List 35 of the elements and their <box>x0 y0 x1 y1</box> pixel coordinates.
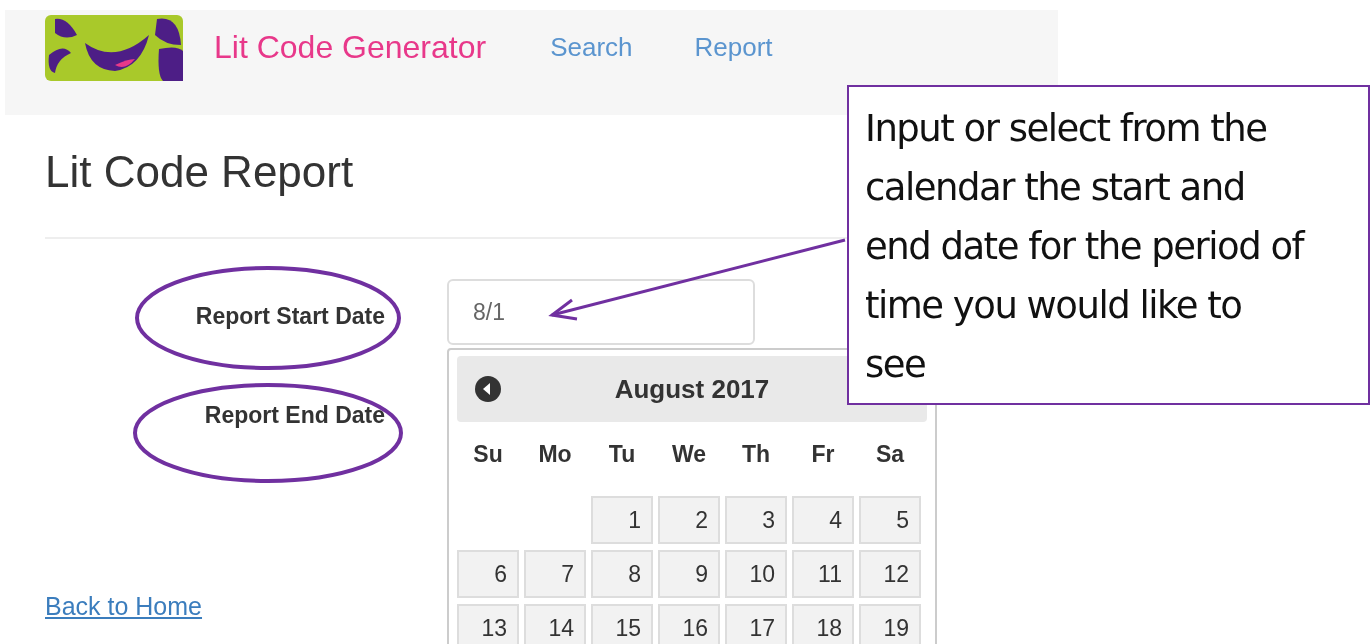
month-title: August 2017 <box>614 373 770 405</box>
day-cell[interactable]: 13 <box>457 604 519 644</box>
day-cell[interactable]: 1 <box>591 496 653 544</box>
weekday-label: Sa <box>874 440 906 469</box>
day-cell[interactable]: 5 <box>859 496 921 544</box>
day-cell[interactable]: 8 <box>591 550 653 598</box>
back-link[interactable]: Back to Home <box>45 592 202 621</box>
day-cell[interactable]: 19 <box>859 604 921 644</box>
field-label: Report Start Date <box>195 303 385 330</box>
day-cell[interactable]: 18 <box>792 604 854 644</box>
date-input-field[interactable]: 8/1 <box>447 279 755 345</box>
page-title: Lit Code Report <box>45 147 354 197</box>
weekday-label: Mo <box>537 440 573 469</box>
day-cell[interactable]: 6 <box>457 550 519 598</box>
day-cell[interactable]: 16 <box>658 604 720 644</box>
day-cell[interactable]: 17 <box>725 604 787 644</box>
day-cell[interactable]: 7 <box>524 550 586 598</box>
day-cell[interactable]: 11 <box>792 550 854 598</box>
weekday-label: Fr <box>810 440 836 469</box>
day-cell[interactable]: 10 <box>725 550 787 598</box>
day-cell[interactable]: 4 <box>792 496 854 544</box>
field-label: Report End Date <box>204 402 385 429</box>
weekday-label: Tu <box>607 440 637 469</box>
day-cell[interactable]: 15 <box>591 604 653 644</box>
weekday-label: Th <box>740 440 772 469</box>
day-cell[interactable]: 14 <box>524 604 586 644</box>
previous-month-icon[interactable] <box>475 376 501 402</box>
day-cell[interactable]: 3 <box>725 496 787 544</box>
weekday-label: We <box>670 440 708 469</box>
brand-name[interactable]: Lit Code Generator <box>214 29 487 66</box>
day-cell[interactable]: 12 <box>859 550 921 598</box>
callout-note: Input or select from the calendar the start and end date for the period of time you would like to see <box>847 85 1370 405</box>
weekday-label: Su <box>472 440 504 469</box>
day-cell[interactable]: 9 <box>658 550 720 598</box>
day-cell[interactable]: 2 <box>658 496 720 544</box>
